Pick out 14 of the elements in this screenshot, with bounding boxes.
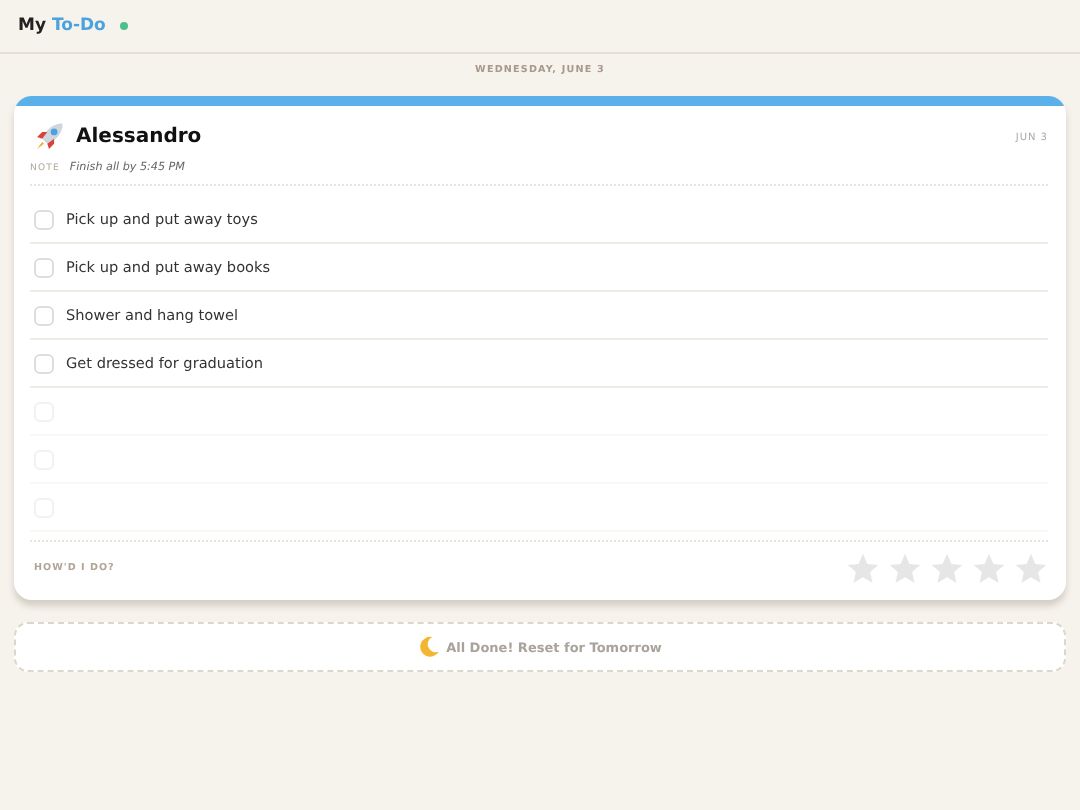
star-rating[interactable] [846, 552, 1048, 586]
app-title: My To-Do [18, 16, 106, 36]
moon-icon [418, 636, 441, 658]
star-icon[interactable] [888, 552, 922, 586]
checkbox[interactable] [34, 209, 54, 229]
child-name: Alessandro [76, 126, 202, 148]
checkbox[interactable] [34, 305, 54, 325]
checkbox[interactable] [34, 257, 54, 277]
checkbox[interactable] [34, 353, 54, 373]
star-icon[interactable] [1014, 552, 1048, 586]
star-icon[interactable] [846, 552, 880, 586]
star-icon[interactable] [930, 552, 964, 586]
rocket-icon [32, 120, 66, 154]
star-icon[interactable] [972, 552, 1006, 586]
